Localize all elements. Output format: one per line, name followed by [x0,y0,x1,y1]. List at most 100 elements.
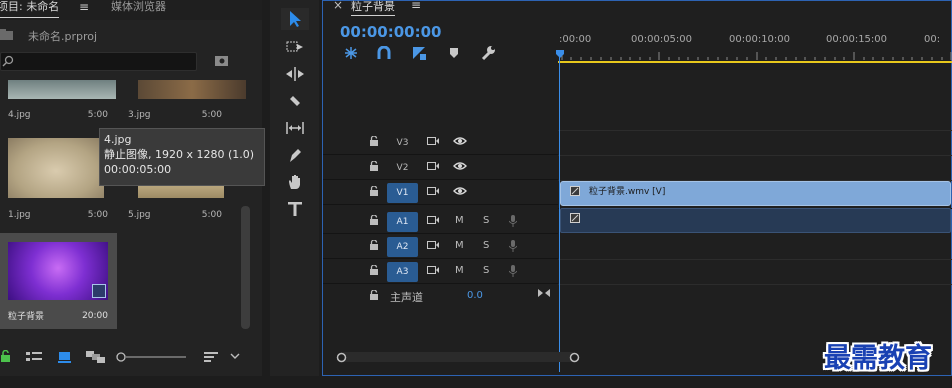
search-icon [2,55,14,67]
sync-lock-icon[interactable] [427,265,440,275]
sort-icon[interactable] [204,351,218,363]
track-v1: V1 [323,180,558,205]
tab-project[interactable]: 项目: 未命名 [0,0,60,18]
solo-button[interactable]: S [483,265,489,276]
sync-lock-icon[interactable] [427,186,440,196]
eye-icon[interactable] [453,161,467,171]
timeline-menu-icon[interactable]: ≡ [411,0,421,12]
thumbnail-1[interactable] [8,138,104,198]
project-file-name: 未命名.prproj [28,30,98,43]
nest-icon[interactable] [343,46,359,60]
fx-badge-icon [570,213,580,223]
ruler-ticks [558,52,952,63]
microphone-icon[interactable] [509,240,517,252]
tooltip-duration: 00:00:05:00 [104,163,172,176]
item-duration: 5:00 [87,210,108,220]
sync-lock-icon[interactable] [427,136,440,146]
tab-sequence[interactable]: 粒子背景 [351,0,395,16]
audio-clip[interactable] [560,208,951,233]
wrench-icon[interactable] [480,45,496,61]
freeform-view-icon[interactable] [86,351,106,363]
add-marker-icon[interactable] [449,47,459,59]
scroll-handle-right[interactable] [569,352,580,363]
track-lock-icon[interactable] [370,240,378,250]
tooltip-title: 4.jpg [104,133,132,146]
icon-view-icon[interactable] [58,351,72,363]
microphone-icon[interactable] [509,265,517,277]
track-label[interactable]: A1 [387,212,418,232]
track-v2: V2 [323,155,558,180]
track-master: 主声道 0.0 [323,284,558,309]
master-volume[interactable]: 0.0 [467,290,483,301]
mute-button[interactable]: M [455,265,464,276]
playhead-timecode[interactable]: 00:00:00:00 [340,23,442,41]
sync-lock-icon[interactable] [427,240,440,250]
linked-selection-icon[interactable] [411,45,427,61]
slip-tool-icon[interactable] [281,117,309,139]
chevron-down-icon[interactable] [230,353,240,360]
lock-icon[interactable] [1,350,10,362]
track-label[interactable]: V1 [387,183,418,203]
timeline-scrollbar[interactable] [337,352,577,362]
item-duration: 5:00 [87,110,108,120]
item-name: 5.jpg [128,210,151,220]
scroll-handle-left[interactable] [336,352,347,363]
close-icon[interactable]: × [333,0,343,12]
ruler-tick-label: :00:00 [559,34,592,45]
track-lock-icon[interactable] [370,186,378,196]
sync-lock-icon[interactable] [427,161,440,171]
playhead[interactable] [559,52,560,372]
master-track-label: 主声道 [390,291,423,304]
project-panel-menu-icon[interactable]: ≡ [79,0,89,14]
track-lock-icon[interactable] [370,290,378,300]
eye-icon[interactable] [453,186,467,196]
item-name: 4.jpg [8,110,31,120]
tab-media-browser[interactable]: 媒体浏览器 [111,0,166,18]
ruler-tick-label: 00:00:15:00 [826,34,888,45]
track-label[interactable]: A2 [387,237,418,257]
go-to-end-icon[interactable] [538,288,550,298]
sync-lock-icon[interactable] [427,215,440,225]
mute-button[interactable]: M [455,240,464,251]
ripple-edit-tool-icon[interactable] [281,63,309,85]
new-search-bin-icon[interactable] [215,55,229,67]
thumbnail-4[interactable] [8,80,116,99]
microphone-icon[interactable] [509,215,517,227]
track-lock-icon[interactable] [370,265,378,275]
thumbnail-3[interactable] [138,80,246,99]
ruler-tick-label: 00:00:05:00 [631,34,693,45]
type-tool-icon[interactable] [281,198,309,220]
search-input[interactable] [0,52,197,71]
time-ruler[interactable]: :00:00 00:00:05:00 00:00:10:00 00:00:15:… [558,34,952,64]
list-view-icon[interactable] [26,351,42,363]
track-label[interactable]: A3 [387,262,418,282]
track-lock-icon[interactable] [370,215,378,225]
solo-button[interactable]: S [483,215,489,226]
video-clip[interactable]: 粒子背景.wmv [V] [560,181,951,206]
item-duration: 20:00 [82,311,108,321]
solo-button[interactable]: S [483,240,489,251]
track-label[interactable]: V3 [387,133,418,153]
project-scrollbar[interactable] [241,206,250,329]
bin-icon [0,29,14,41]
track-lock-icon[interactable] [370,161,378,171]
pen-tool-icon[interactable] [281,144,309,166]
track-label[interactable]: V2 [387,158,418,178]
item-name: 粒子背景 [8,312,45,322]
track-select-tool-icon[interactable] [281,36,309,58]
track-lock-icon[interactable] [370,136,378,146]
razor-tool-icon[interactable] [281,90,309,112]
tooltip-info: 静止图像, 1920 x 1280 (1.0) [104,148,255,161]
track-a2: A2 M S [323,234,558,259]
hand-tool-icon[interactable] [281,171,309,193]
lane-divider [558,259,952,260]
item-duration: 5:00 [201,110,222,120]
zoom-slider[interactable] [116,352,188,362]
snap-icon[interactable] [377,46,391,60]
ruler-tick-label: 00:00:10:00 [729,34,791,45]
playhead-handle[interactable] [556,50,564,58]
selection-tool-icon[interactable] [281,8,309,30]
eye-icon[interactable] [453,136,467,146]
item-duration: 5:00 [201,210,222,220]
mute-button[interactable]: M [455,215,464,226]
